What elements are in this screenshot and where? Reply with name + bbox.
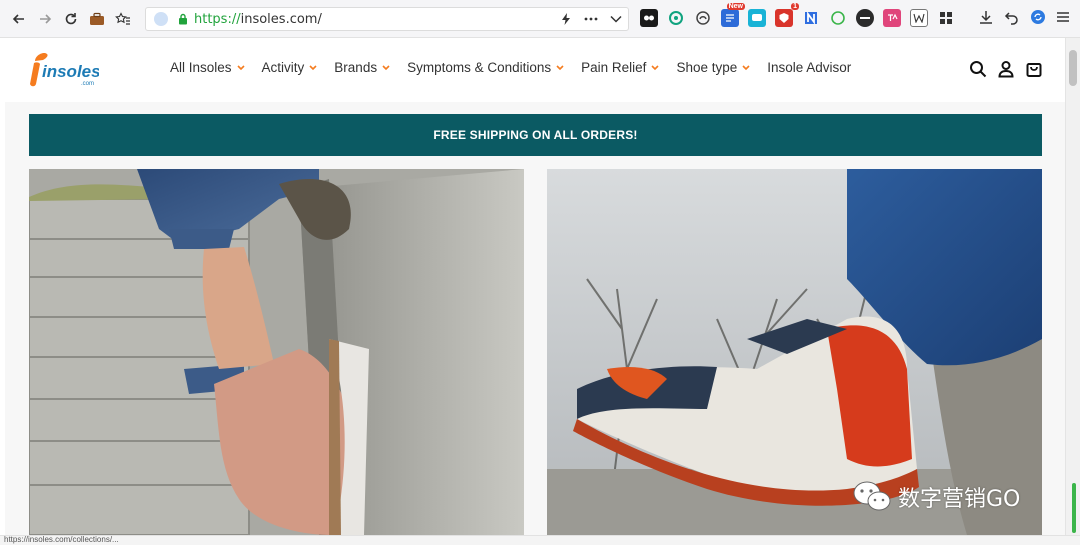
- ext-tamper-icon[interactable]: [640, 9, 658, 27]
- nav-label: Shoe type: [676, 60, 738, 75]
- undo-icon[interactable]: [1004, 9, 1020, 25]
- ext-openai-icon[interactable]: [667, 9, 685, 27]
- nav-shoe-type[interactable]: Shoe type: [676, 60, 750, 75]
- search-icon[interactable]: [969, 60, 987, 78]
- hero-image-pink-shoe[interactable]: [29, 169, 524, 535]
- ext-grid-icon[interactable]: [937, 9, 955, 27]
- reload-icon: [65, 12, 77, 24]
- main-navigation: All Insoles Activity Brands Symptoms & C…: [170, 60, 868, 75]
- free-shipping-text: FREE SHIPPING ON ALL ORDERS!: [433, 128, 638, 142]
- ext-chat-icon[interactable]: [748, 9, 766, 27]
- ext-translate-icon[interactable]: [883, 9, 901, 27]
- url-host: insoles.com/: [240, 11, 322, 27]
- favorites-button[interactable]: [110, 6, 136, 32]
- insoles-logo-icon: insoles .com: [30, 52, 101, 87]
- site-header: insoles .com All Insoles Activity Brands…: [5, 38, 1065, 102]
- nav-pain-relief[interactable]: Pain Relief: [581, 60, 660, 75]
- nav-label: Brands: [334, 60, 378, 75]
- nav-all-insoles[interactable]: All Insoles: [170, 60, 245, 75]
- arrow-right-icon: [40, 13, 52, 24]
- cart-icon[interactable]: [1025, 60, 1043, 78]
- chevron-down-icon: [742, 64, 750, 70]
- download-icon[interactable]: [978, 9, 994, 25]
- logo-domain: .com: [81, 81, 94, 87]
- ext-dark-icon[interactable]: [856, 9, 874, 27]
- nav-label: Activity: [261, 60, 305, 75]
- back-button[interactable]: [6, 6, 32, 32]
- abp-badge: 1: [791, 3, 799, 10]
- address-bar-actions: [560, 10, 622, 28]
- ext-circle-icon[interactable]: [829, 9, 847, 27]
- extensions-bar: New 1: [640, 3, 955, 27]
- ext-adblock-icon[interactable]: 1: [775, 3, 799, 27]
- nav-label: All Insoles: [170, 60, 232, 75]
- more-dots-icon[interactable]: [584, 16, 598, 22]
- page-scrollbar[interactable]: [1065, 38, 1080, 535]
- arrow-left-icon: [12, 13, 24, 24]
- site-logo[interactable]: insoles .com: [29, 51, 101, 89]
- url-scheme: https://: [194, 11, 241, 27]
- nav-label: Pain Relief: [581, 60, 647, 75]
- new-badge: New: [726, 3, 745, 10]
- forward-button[interactable]: [32, 6, 58, 32]
- free-shipping-banner[interactable]: FREE SHIPPING ON ALL ORDERS!: [29, 114, 1042, 156]
- nav-label: Symptoms & Conditions: [407, 60, 552, 75]
- browser-menu-icons: [978, 9, 1070, 25]
- sync-icon[interactable]: [1030, 9, 1046, 25]
- wallet-button[interactable]: [84, 6, 110, 32]
- wechat-watermark: 数字营销GO: [852, 480, 1020, 514]
- ext-news-icon[interactable]: New: [721, 3, 745, 27]
- browser-toolbar: https://insoles.com/ New 1: [0, 0, 1080, 38]
- reload-button[interactable]: [58, 6, 84, 32]
- chevron-down-icon: [309, 64, 317, 70]
- wechat-icon: [853, 481, 891, 511]
- scroll-indicator: [1072, 483, 1076, 533]
- star-list-icon: [115, 11, 130, 25]
- url-text[interactable]: https://insoles.com/: [194, 12, 322, 27]
- scrollbar-thumb[interactable]: [1069, 50, 1077, 86]
- browser-nav-buttons: [0, 6, 136, 32]
- nav-insole-advisor[interactable]: Insole Advisor: [767, 60, 851, 75]
- header-actions: [969, 60, 1043, 78]
- pink-shoe-photo: [29, 169, 524, 535]
- nav-symptoms-conditions[interactable]: Symptoms & Conditions: [407, 60, 564, 75]
- site-info-icon[interactable]: [154, 12, 168, 26]
- address-bar[interactable]: https://insoles.com/: [145, 7, 629, 31]
- hamburger-menu-icon[interactable]: [1056, 11, 1070, 23]
- logo-wordmark: insoles: [42, 62, 99, 81]
- browser-status-bar: https://insoles.com/collections/...: [0, 535, 1080, 545]
- nav-brands[interactable]: Brands: [334, 60, 390, 75]
- ext-link-icon[interactable]: [694, 9, 712, 27]
- chevron-down-icon: [556, 64, 564, 70]
- chevron-down-icon: [651, 64, 660, 70]
- nav-label: Insole Advisor: [767, 60, 852, 75]
- account-icon[interactable]: [997, 60, 1015, 78]
- dropdown-chevron-icon[interactable]: [610, 15, 622, 23]
- lightning-icon[interactable]: [560, 12, 572, 26]
- link-preview: https://insoles.com/collections/...: [4, 535, 119, 544]
- ext-notion-icon[interactable]: [802, 9, 820, 27]
- chevron-down-icon: [236, 64, 245, 70]
- chevron-down-icon: [382, 64, 390, 70]
- watermark-text: 数字营销GO: [898, 487, 1021, 512]
- briefcase-icon: [90, 12, 104, 25]
- nav-activity[interactable]: Activity: [262, 60, 318, 75]
- lock-icon: [179, 13, 187, 25]
- ext-word-icon[interactable]: [910, 9, 928, 27]
